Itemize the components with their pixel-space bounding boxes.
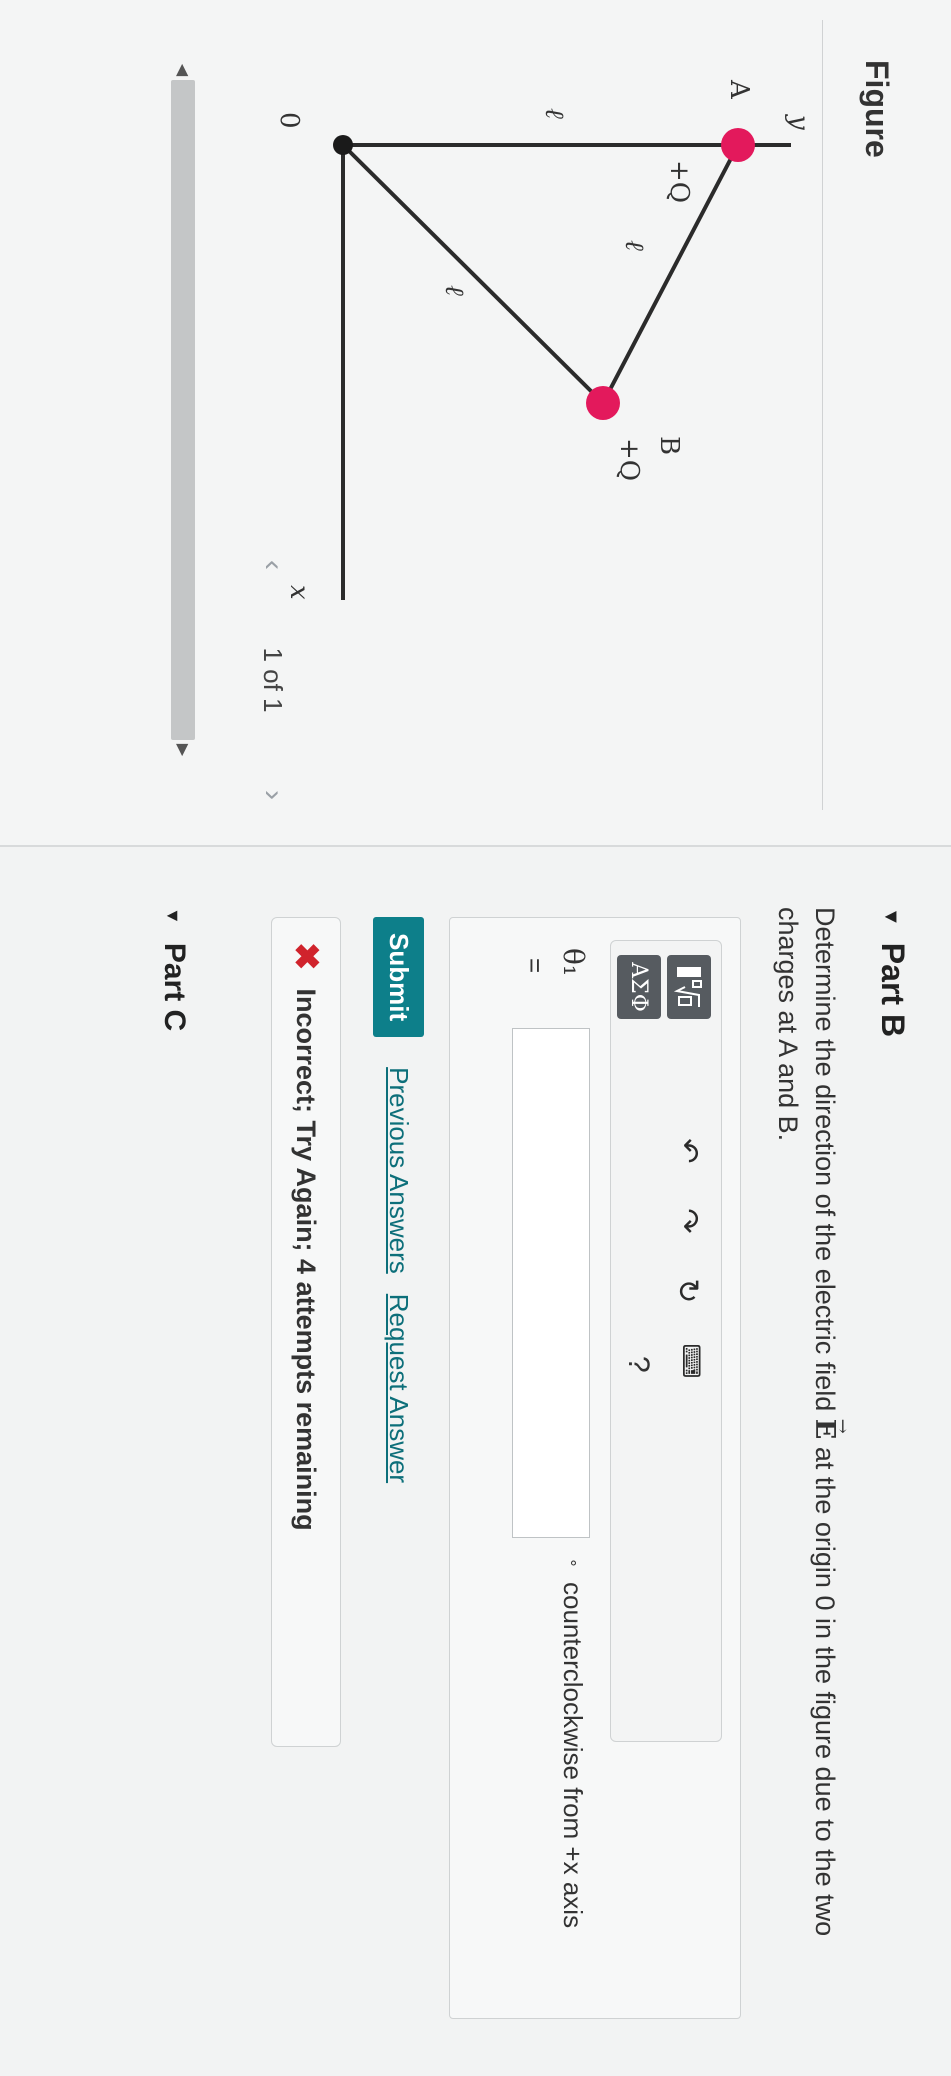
- unit-label: ∘ counterclockwise from +x axis: [556, 1558, 590, 1928]
- point-b-label: B: [654, 436, 684, 455]
- part-c-header[interactable]: ▼ Part C: [157, 907, 191, 1031]
- pager-text: 1 of 1: [258, 647, 289, 713]
- question-panel: ▼ Part B Determine the direction of the e…: [0, 847, 951, 2076]
- help-icon[interactable]: ?: [621, 1356, 655, 1373]
- figure-diagram: y x 0 A B +Q +Q ℓ ℓ ℓ: [274, 79, 814, 600]
- figure-title: Figure: [859, 60, 895, 158]
- degree-symbol: ∘: [565, 1558, 582, 1569]
- field-symbol: E: [809, 1419, 840, 1440]
- theta-label: θ₁: [557, 948, 590, 977]
- scrollbar-thumb[interactable]: [171, 80, 195, 740]
- question-pre: Determine the direction of the electric …: [810, 907, 840, 1419]
- unit-text: counterclockwise from +x axis: [558, 1582, 588, 1929]
- keyboard-icon[interactable]: ⌨: [676, 1341, 705, 1381]
- answer-box: ΑΣΦ ↶ ↷ ↻ ⌨ ? θ₁ = ∘ counterclockwise fro…: [449, 917, 741, 2019]
- chevron-left-icon[interactable]: ‹: [256, 560, 290, 570]
- origin-dot: [333, 135, 353, 155]
- charge-a-dot: [721, 128, 755, 162]
- incorrect-x-icon: ✖: [287, 942, 325, 971]
- caret-down-icon: ▼: [879, 907, 902, 927]
- chevron-right-icon[interactable]: ›: [256, 790, 290, 800]
- y-axis-label: y: [784, 114, 814, 130]
- scroll-left-arrow-icon[interactable]: ◀: [173, 60, 193, 80]
- horizontal-scrollbar[interactable]: ◀ ▶: [169, 60, 197, 760]
- length-label-bo: ℓ: [439, 285, 469, 296]
- feedback-text: Incorrect; Try Again; 4 attempts remaini…: [291, 988, 322, 1531]
- screen: Figure y x 0 A B +Q +Q ℓ ℓ ℓ ‹ 1 of 1 ›: [0, 0, 951, 2076]
- scroll-right-arrow-icon[interactable]: ▶: [173, 740, 193, 760]
- submit-button[interactable]: Submit: [373, 917, 425, 1038]
- theta-answer-input[interactable]: [512, 1028, 590, 1538]
- feedback-box: ✖ Incorrect; Try Again; 4 attempts remai…: [271, 917, 341, 1747]
- figure-panel: Figure y x 0 A B +Q +Q ℓ ℓ ℓ ‹ 1 of 1 ›: [0, 0, 951, 845]
- figure-pager: ‹ 1 of 1 ›: [255, 560, 291, 800]
- action-bar: Submit Previous Answers Request Answer: [369, 917, 429, 1483]
- undo-icon[interactable]: ↶: [670, 1131, 705, 1171]
- length-label-ab: ℓ: [619, 240, 649, 251]
- part-c-title: Part C: [158, 942, 191, 1032]
- greek-symbols-button[interactable]: ΑΣΦ: [617, 955, 661, 1019]
- request-answer-link[interactable]: Request Answer: [384, 1294, 415, 1483]
- length-label-vertical: ℓ: [539, 108, 569, 119]
- previous-answers-link[interactable]: Previous Answers: [384, 1067, 415, 1274]
- segment-b-origin: [341, 143, 605, 405]
- templates-icon: [673, 967, 702, 1007]
- part-b-title: Part B: [875, 942, 911, 1038]
- redo-icon[interactable]: ↷: [670, 1201, 705, 1241]
- question-text: Determine the direction of the electric …: [770, 907, 843, 2027]
- origin-label: 0: [274, 112, 304, 129]
- reset-icon[interactable]: ↻: [670, 1271, 705, 1311]
- math-toolbar: ΑΣΦ ↶ ↷ ↻ ⌨ ?: [610, 940, 722, 1742]
- charge-a-label: +Q: [664, 160, 694, 203]
- point-a-label: A: [724, 79, 754, 100]
- figure-divider: [822, 20, 823, 810]
- charge-b-label: +Q: [614, 438, 644, 481]
- caret-down-icon: ▼: [163, 907, 184, 925]
- templates-button[interactable]: [667, 955, 711, 1019]
- equals-sign: =: [520, 958, 550, 974]
- part-b-header[interactable]: ▼ Part B: [874, 907, 911, 1037]
- charge-b-dot: [586, 386, 620, 420]
